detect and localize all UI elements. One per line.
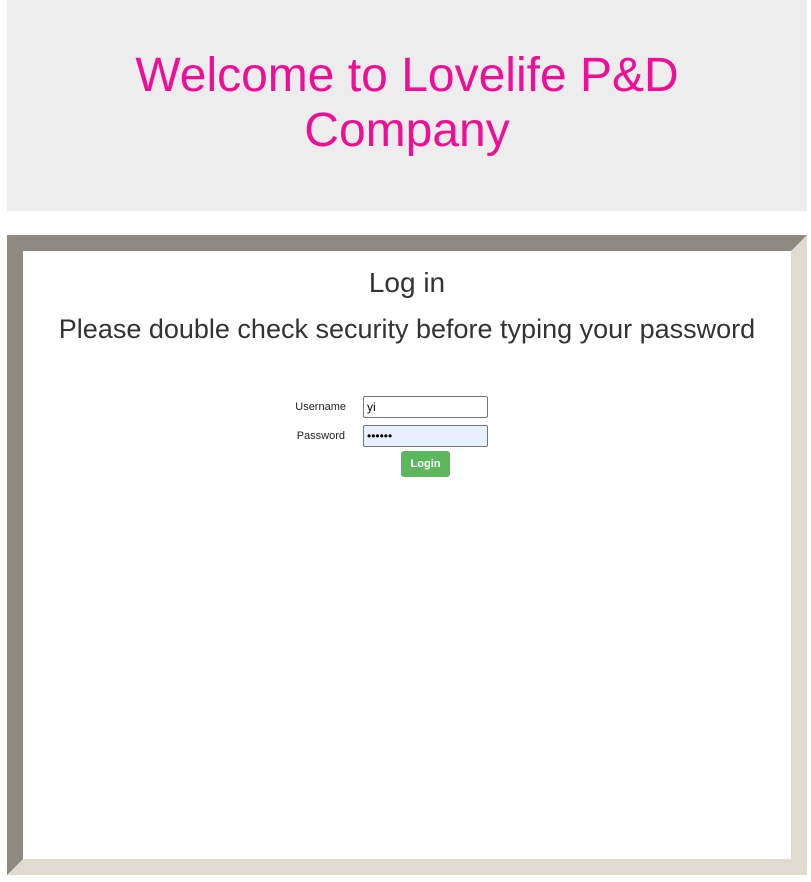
login-panel-content: Log in Please double check security befo…	[23, 251, 791, 859]
page-title: Welcome to Lovelife P&D Company	[135, 48, 679, 157]
header-banner: Welcome to Lovelife P&D Company	[7, 0, 807, 211]
password-label: Password	[296, 430, 345, 442]
login-heading: Log in	[368, 267, 446, 298]
username-label: Username	[295, 401, 346, 413]
login-panel: Log in Please double check security befo…	[7, 235, 807, 875]
username-input[interactable]	[363, 396, 488, 418]
security-notice: Please double check security before typi…	[58, 314, 756, 344]
login-button[interactable]: Login	[401, 451, 450, 477]
password-input[interactable]	[363, 425, 488, 447]
